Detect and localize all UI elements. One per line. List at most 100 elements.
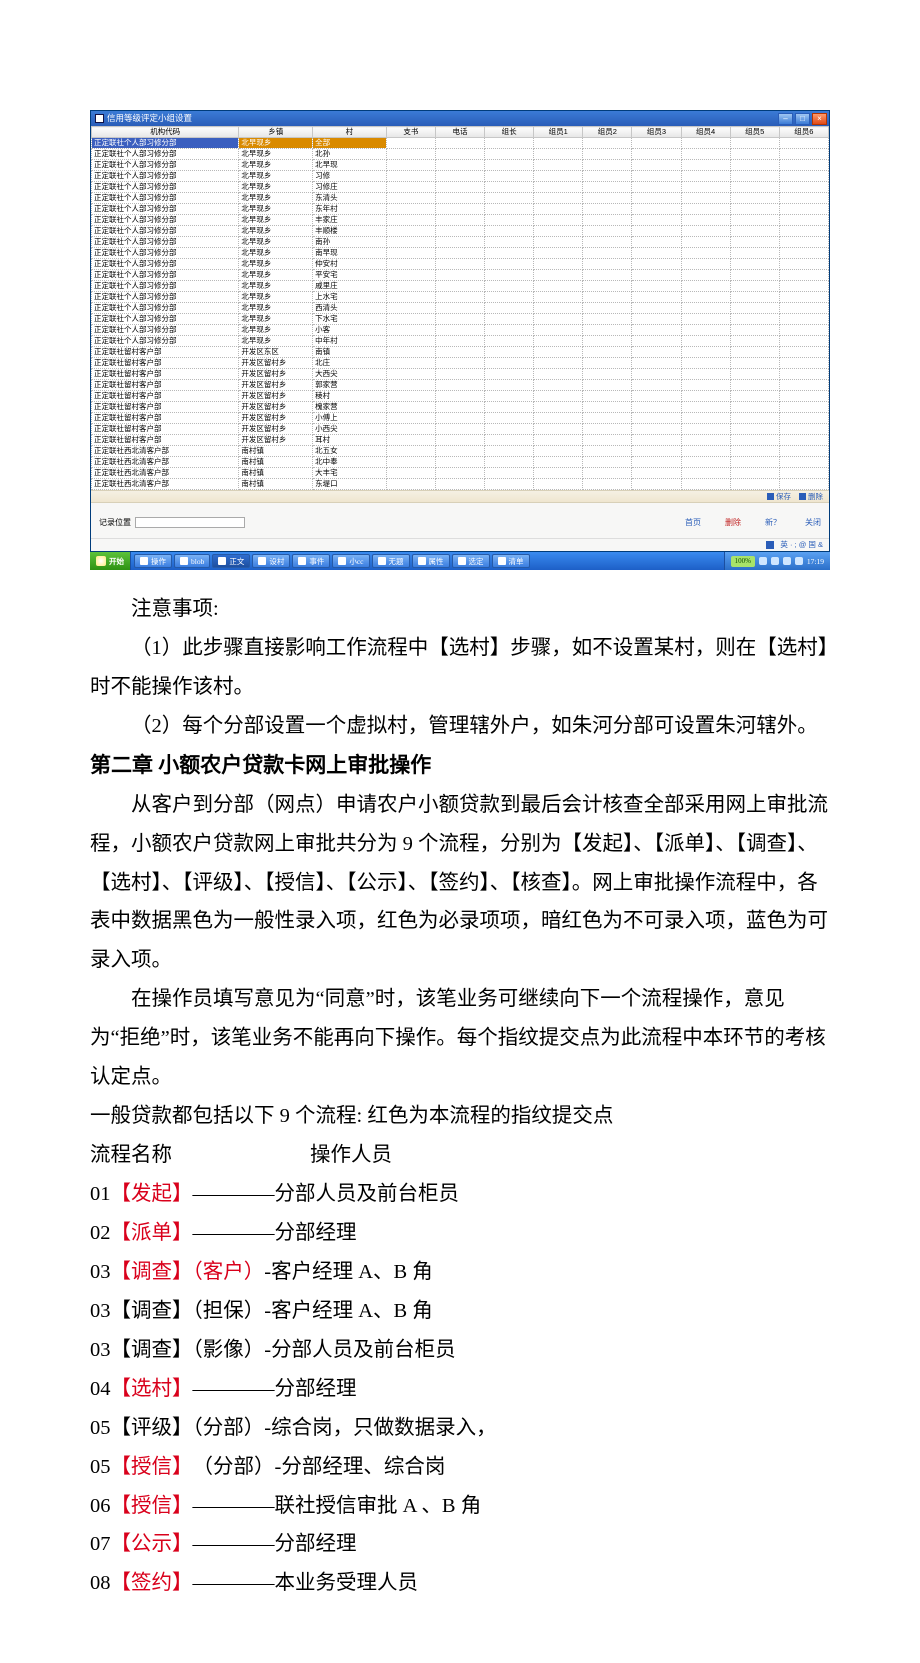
table-row[interactable]: 正定联社留村客户部开发区留村乡槐家营: [92, 402, 829, 413]
grid-header-cell[interactable]: 组长: [485, 127, 534, 138]
table-row[interactable]: 正定联社西北清客户部南村镇北五女: [92, 446, 829, 457]
table-cell: 西清头: [313, 303, 387, 314]
table-row[interactable]: 正定联社个人部习修分部北早现乡东年村: [92, 204, 829, 215]
table-row[interactable]: 正定联社留村客户部开发区东区南镇: [92, 347, 829, 358]
taskbar-task[interactable]: 事件: [292, 554, 330, 568]
table-cell: [681, 171, 730, 182]
table-row[interactable]: 正定联社留村客户部开发区留村乡郭家营: [92, 380, 829, 391]
table-row[interactable]: 正定联社留村客户部开发区留村乡小傅上: [92, 413, 829, 424]
taskbar-task[interactable]: 设村: [252, 554, 290, 568]
table-cell: [730, 325, 779, 336]
table-cell: 北早现乡: [239, 270, 313, 281]
table-row[interactable]: 正定联社西北清客户部南村镇东堤口: [92, 479, 829, 490]
table-row[interactable]: 正定联社西北清客户部南村镇大丰宅: [92, 468, 829, 479]
mini-save-button[interactable]: 保存: [767, 493, 791, 501]
table-cell: [534, 391, 583, 402]
table-row[interactable]: 正定联社个人部习修分部北早现乡丰顺楼: [92, 226, 829, 237]
grid-header-cell[interactable]: 组员2: [583, 127, 632, 138]
data-grid[interactable]: 机构代码乡镇村支书电话组长组员1组员2组员3组员4组员5组员6 正定联社个人部习…: [91, 126, 829, 490]
table-cell: [681, 325, 730, 336]
grid-header-cell[interactable]: 组员1: [534, 127, 583, 138]
table-cell: 开发区留村乡: [239, 391, 313, 402]
footer-close-button[interactable]: 关闭: [805, 519, 821, 527]
taskbar-task[interactable]: 选定: [452, 554, 490, 568]
grid-header-cell[interactable]: 组员5: [730, 127, 779, 138]
table-cell: [485, 259, 534, 270]
table-cell: 小西尖: [313, 424, 387, 435]
table-row[interactable]: 正定联社个人部习修分部北早现乡北孙: [92, 149, 829, 160]
minimize-button[interactable]: –: [778, 113, 793, 125]
table-cell: [386, 204, 435, 215]
table-cell: [583, 446, 632, 457]
table-cell: [632, 259, 681, 270]
table-cell: [386, 402, 435, 413]
table-row[interactable]: 正定联社个人部习修分部北早现乡习修: [92, 171, 829, 182]
footer-new-button[interactable]: 新？: [765, 519, 781, 527]
table-row[interactable]: 正定联社个人部习修分部北早现乡西清头: [92, 303, 829, 314]
taskbar-task[interactable]: 属性: [412, 554, 450, 568]
table-row[interactable]: 正定联社个人部习修分部北早现乡习修庄: [92, 182, 829, 193]
taskbar-task[interactable]: blob: [174, 554, 210, 568]
table-row[interactable]: 正定联社个人部习修分部北早现乡小客: [92, 325, 829, 336]
record-pos-input[interactable]: [135, 517, 245, 528]
table-row[interactable]: 正定联社个人部习修分部北早现乡下水宅: [92, 314, 829, 325]
table-row[interactable]: 正定联社个人部习修分部北早现乡中年村: [92, 336, 829, 347]
mini-delete-button[interactable]: 删除: [799, 493, 823, 501]
grid-header-cell[interactable]: 电话: [435, 127, 484, 138]
maximize-button[interactable]: □: [795, 113, 810, 125]
table-cell: [583, 138, 632, 149]
table-row[interactable]: 正定联社个人部习修分部北早现乡南孙: [92, 237, 829, 248]
table-row[interactable]: 正定联社个人部习修分部北早现乡北早现: [92, 160, 829, 171]
table-row[interactable]: 正定联社留村客户部开发区留村乡小西尖: [92, 424, 829, 435]
table-row[interactable]: 正定联社个人部习修分部北早现乡仲安村: [92, 259, 829, 270]
table-row[interactable]: 正定联社留村客户部开发区留村乡耳村: [92, 435, 829, 446]
grid-header-cell[interactable]: 组员4: [681, 127, 730, 138]
table-cell: [730, 435, 779, 446]
grid-header-cell[interactable]: 支书: [386, 127, 435, 138]
table-row[interactable]: 正定联社留村客户部开发区留村乡北庄: [92, 358, 829, 369]
table-row[interactable]: 正定联社留村客户部开发区留村乡稜村: [92, 391, 829, 402]
table-row[interactable]: 正定联社个人部习修分部北早现乡平安宅: [92, 270, 829, 281]
table-cell: [435, 446, 484, 457]
footer-prev-button[interactable]: 首页: [685, 519, 701, 527]
table-cell: [485, 226, 534, 237]
table-row[interactable]: 正定联社个人部习修分部北早现乡丰家庄: [92, 215, 829, 226]
table-cell: [583, 314, 632, 325]
table-row[interactable]: 正定联社个人部习修分部北早现乡全部: [92, 138, 829, 149]
table-cell: [435, 347, 484, 358]
taskbar-task[interactable]: 操作: [134, 554, 172, 568]
table-cell: 开发区留村乡: [239, 358, 313, 369]
grid-header-cell[interactable]: 组员3: [632, 127, 681, 138]
start-button[interactable]: 开始: [90, 552, 131, 570]
table-cell: [779, 391, 828, 402]
taskbar-task[interactable]: 正文: [212, 554, 250, 568]
taskbar-task[interactable]: 小cc: [332, 554, 369, 568]
table-row[interactable]: 正定联社个人部习修分部北早现乡戚里庄: [92, 281, 829, 292]
ime-status: 英 · ; @ 国 &: [91, 538, 829, 551]
table-cell: 丰家庄: [313, 215, 387, 226]
grid-header-cell[interactable]: 村: [313, 127, 387, 138]
table-cell: 大西尖: [313, 369, 387, 380]
grid-header-cell[interactable]: 机构代码: [92, 127, 239, 138]
table-cell: [435, 435, 484, 446]
task-icon: [258, 557, 266, 565]
table-cell: 正定联社个人部习修分部: [92, 270, 239, 281]
table-cell: [583, 369, 632, 380]
table-cell: [534, 281, 583, 292]
flow-num: 08: [90, 1564, 111, 1603]
table-cell: [485, 303, 534, 314]
taskbar-task[interactable]: 清单: [492, 554, 530, 568]
grid-header-cell[interactable]: 组员6: [779, 127, 828, 138]
table-cell: [779, 380, 828, 391]
table-row[interactable]: 正定联社留村客户部开发区留村乡大西尖: [92, 369, 829, 380]
table-row[interactable]: 正定联社个人部习修分部北早现乡南早现: [92, 248, 829, 259]
close-button[interactable]: ×: [812, 113, 827, 125]
table-row[interactable]: 正定联社个人部习修分部北早现乡上水宅: [92, 292, 829, 303]
table-row[interactable]: 正定联社个人部习修分部北早现乡东清头: [92, 193, 829, 204]
table-row[interactable]: 正定联社西北清客户部南村镇北中奉: [92, 457, 829, 468]
grid-header-cell[interactable]: 乡镇: [239, 127, 313, 138]
table-cell: [435, 138, 484, 149]
footer-del-button[interactable]: 删除: [725, 519, 741, 527]
taskbar-task[interactable]: 无题: [372, 554, 410, 568]
app-window: 信用等级评定小组设置 – □ × 机构代码乡镇村支书电话组长组员1组员2组员3组…: [90, 110, 830, 552]
